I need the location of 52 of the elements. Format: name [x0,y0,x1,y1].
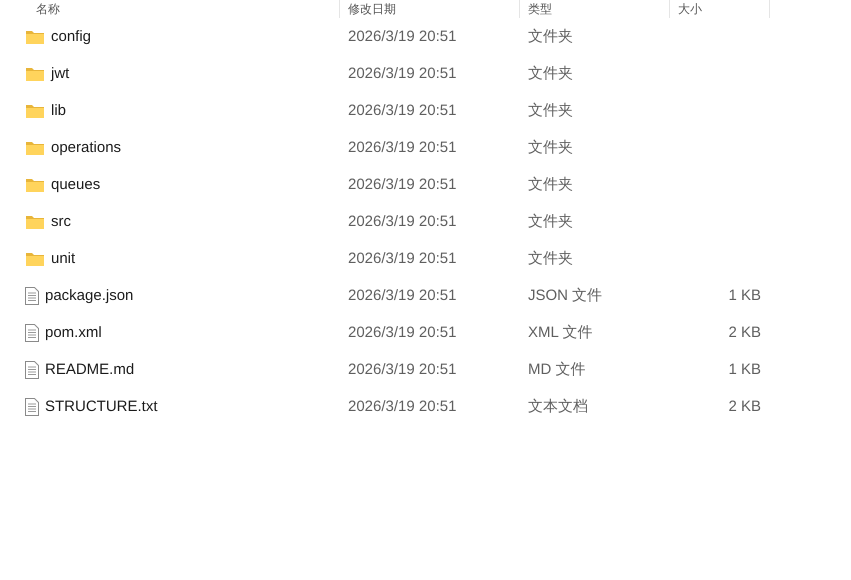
folder-icon [25,214,45,230]
folder-icon [25,140,45,156]
file-type: 文件夹 [528,249,573,268]
file-size: 2 KB [728,398,761,415]
modified-date: 2026/3/19 20:51 [348,28,456,45]
file-size: 2 KB [728,324,761,341]
file-name[interactable]: src [51,213,71,230]
file-name[interactable]: unit [51,250,76,267]
file-type: XML 文件 [528,323,592,342]
modified-date: 2026/3/19 20:51 [348,361,456,378]
folder-icon [25,176,45,192]
document-icon [25,286,39,304]
file-name[interactable]: jwt [51,65,70,82]
modified-date: 2026/3/19 20:51 [348,65,456,82]
file-type: 文件夹 [528,101,573,120]
modified-date: 2026/3/19 20:51 [348,213,456,230]
modified-date: 2026/3/19 20:51 [348,287,456,304]
file-type: 文件夹 [528,175,573,194]
file-size: 1 KB [728,361,761,378]
file-name[interactable]: STRUCTURE.txt [45,398,158,415]
modified-date: 2026/3/19 20:51 [348,398,456,415]
file-size: 1 KB [728,287,761,304]
modified-date: 2026/3/19 20:51 [348,250,456,267]
modified-date: 2026/3/19 20:51 [348,176,456,193]
file-type: 文件夹 [528,138,573,157]
column-header[interactable]: 名称 [36,0,60,18]
document-icon [25,324,39,342]
column-header[interactable]: 类型 [528,0,552,18]
file-name[interactable]: operations [51,139,122,156]
file-name[interactable]: config [51,28,92,45]
file-type: 文件夹 [528,64,573,83]
file-type: MD 文件 [528,360,586,379]
folder-icon [25,66,45,82]
document-icon [25,360,39,378]
modified-date: 2026/3/19 20:51 [348,324,456,341]
column-header[interactable]: 修改日期 [348,0,396,18]
folder-icon [25,28,45,44]
file-type: 文件夹 [528,212,573,231]
modified-date: 2026/3/19 20:51 [348,139,456,156]
file-type: 文本文档 [528,397,588,416]
modified-date: 2026/3/19 20:51 [348,102,456,119]
file-name[interactable]: README.md [45,361,134,378]
column-header[interactable]: 大小 [678,0,702,18]
file-type: 文件夹 [528,27,573,46]
folder-icon [25,102,45,118]
folder-icon [25,250,45,266]
file-type: JSON 文件 [528,286,602,305]
file-name[interactable]: lib [51,102,66,119]
file-name[interactable]: package.json [45,287,134,304]
document-icon [25,398,39,416]
file-name[interactable]: pom.xml [45,324,102,341]
file-name[interactable]: queues [51,176,100,193]
